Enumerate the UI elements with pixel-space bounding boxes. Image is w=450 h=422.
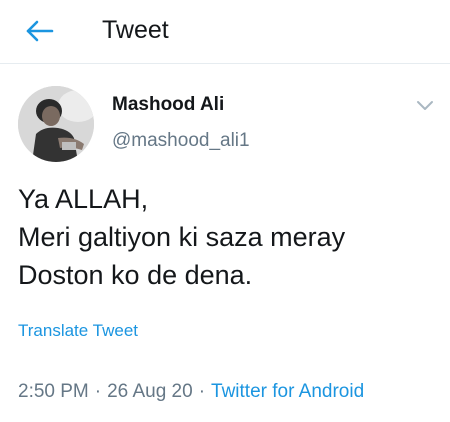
tweet-text: Ya ALLAH, Meri galtiyon ki saza meray Do… [18, 180, 438, 294]
tweet-line: Meri galtiyon ki saza meray [18, 222, 346, 252]
top-bar: Tweet [0, 0, 450, 64]
tweet-line: Doston ko de dena. [18, 260, 253, 290]
separator: · [94, 381, 102, 402]
author-handle[interactable]: @mashood_ali1 [112, 130, 250, 152]
profile-photo [18, 86, 94, 162]
tweet-line: Ya ALLAH, [18, 184, 149, 214]
back-button[interactable] [22, 16, 56, 46]
arrow-left-icon [26, 20, 54, 42]
tweet-metadata: 2:50 PM · 26 Aug 20 · Twitter for Android [18, 381, 364, 403]
page-title: Tweet [102, 16, 169, 44]
translate-tweet-link[interactable]: Translate Tweet [18, 321, 138, 341]
author-display-name[interactable]: Mashood Ali [112, 94, 224, 116]
tweet-date: 26 Aug 20 [107, 381, 193, 402]
tweet-source-link[interactable]: Twitter for Android [211, 381, 364, 402]
tweet-menu-button[interactable] [414, 96, 436, 114]
chevron-down-icon [417, 101, 433, 110]
tweet-time: 2:50 PM [18, 381, 89, 402]
avatar[interactable] [18, 86, 94, 162]
separator: · [198, 381, 206, 402]
